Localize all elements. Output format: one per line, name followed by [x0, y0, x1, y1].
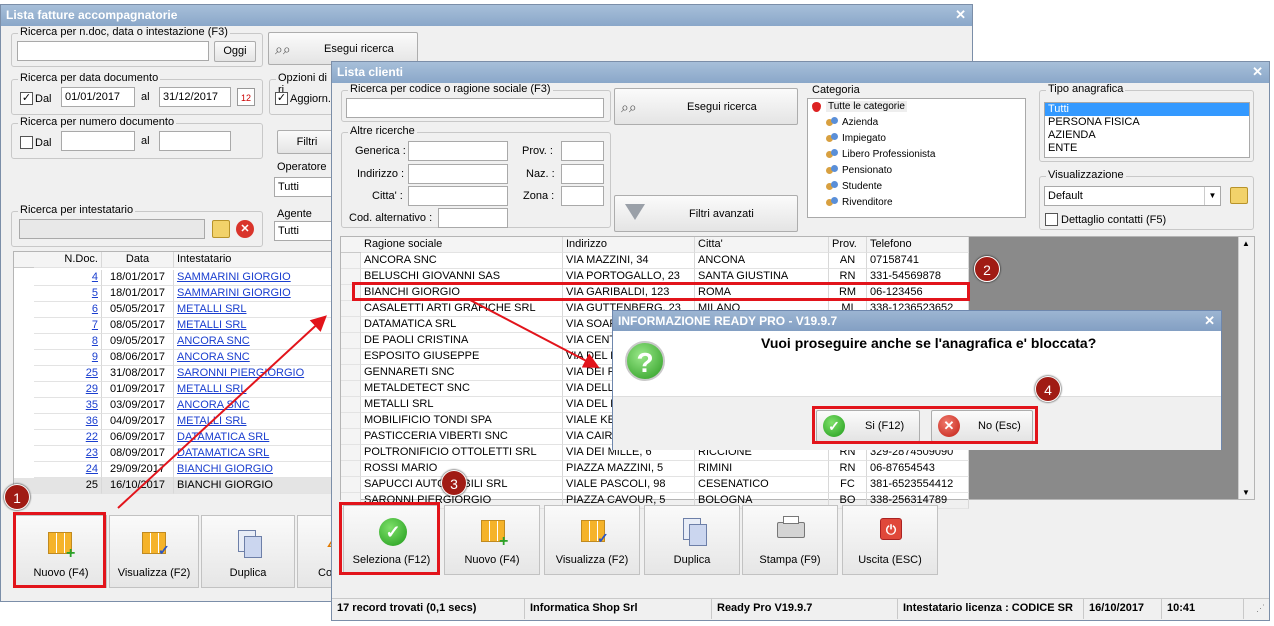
arrow-1: [117, 315, 327, 509]
annotation-arrows: [117, 299, 600, 509]
marker-4: 4: [1035, 376, 1061, 402]
marker-2: 2: [974, 256, 1000, 282]
marker-1: 1: [4, 484, 30, 510]
marker-3: 3: [441, 470, 467, 496]
arrow-2: [469, 299, 600, 368]
